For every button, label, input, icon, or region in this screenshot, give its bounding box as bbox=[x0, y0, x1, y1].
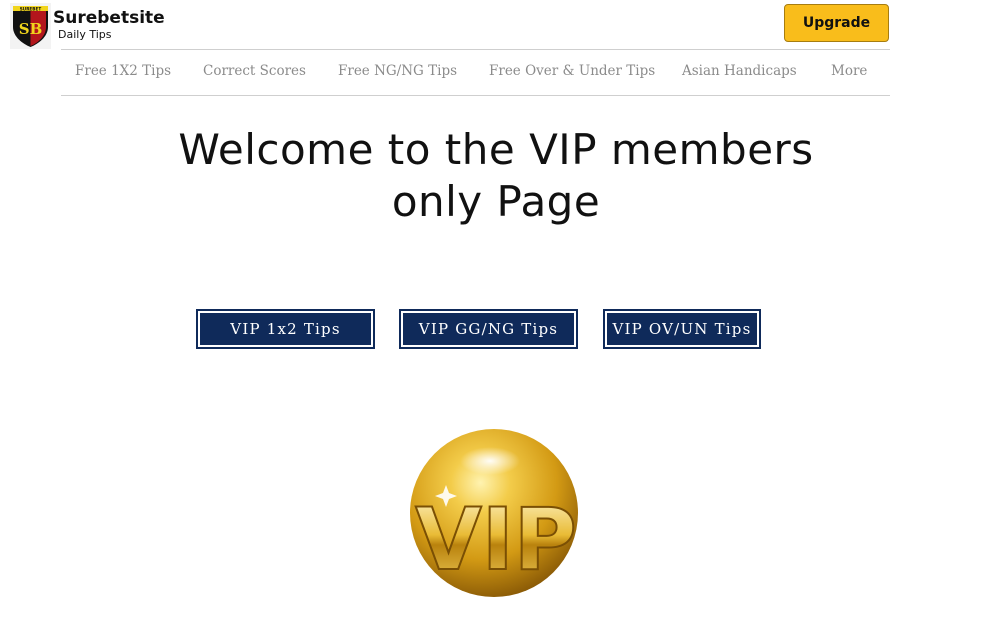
nav-item-free-ng-ng-tips[interactable]: Free NG/NG Tips bbox=[338, 63, 457, 79]
page-title-line-2: only Page bbox=[391, 177, 601, 226]
page-title: Welcome to the VIP members only Page bbox=[100, 124, 892, 228]
site-logo[interactable]: SUREBET SB Surebetsite Daily Tips bbox=[10, 3, 165, 49]
shield-logo-icon: SUREBET SB bbox=[10, 3, 51, 49]
nav-item-more[interactable]: More bbox=[831, 63, 867, 79]
nav-item-free-over-under-tips[interactable]: Free Over & Under Tips bbox=[489, 63, 655, 79]
nav-item-asian-handicaps[interactable]: Asian Handicaps bbox=[682, 63, 797, 79]
brand-block: Surebetsite Daily Tips bbox=[53, 3, 165, 41]
logo-badge-text: SUREBET bbox=[20, 6, 42, 11]
upgrade-button[interactable]: Upgrade bbox=[784, 4, 889, 42]
vip-1x2-tips-button[interactable]: VIP 1x2 Tips bbox=[196, 309, 375, 349]
vip-image-text: VIP bbox=[415, 490, 577, 590]
brand-name: Surebetsite bbox=[53, 8, 165, 28]
vip-gold-ball-image: VIP bbox=[410, 429, 578, 597]
nav-item-free-1x2-tips[interactable]: Free 1X2 Tips bbox=[75, 63, 171, 79]
vip-gg-ng-tips-button[interactable]: VIP GG/NG Tips bbox=[399, 309, 578, 349]
brand-tagline: Daily Tips bbox=[58, 28, 112, 41]
nav-item-correct-scores[interactable]: Correct Scores bbox=[203, 63, 306, 79]
logo-monogram: SB bbox=[19, 20, 43, 38]
vip-ov-un-tips-button[interactable]: VIP OV/UN Tips bbox=[603, 309, 761, 349]
main-nav: Free 1X2 Tips Correct Scores Free NG/NG … bbox=[61, 49, 890, 96]
page-title-line-1: Welcome to the VIP members bbox=[178, 125, 814, 174]
